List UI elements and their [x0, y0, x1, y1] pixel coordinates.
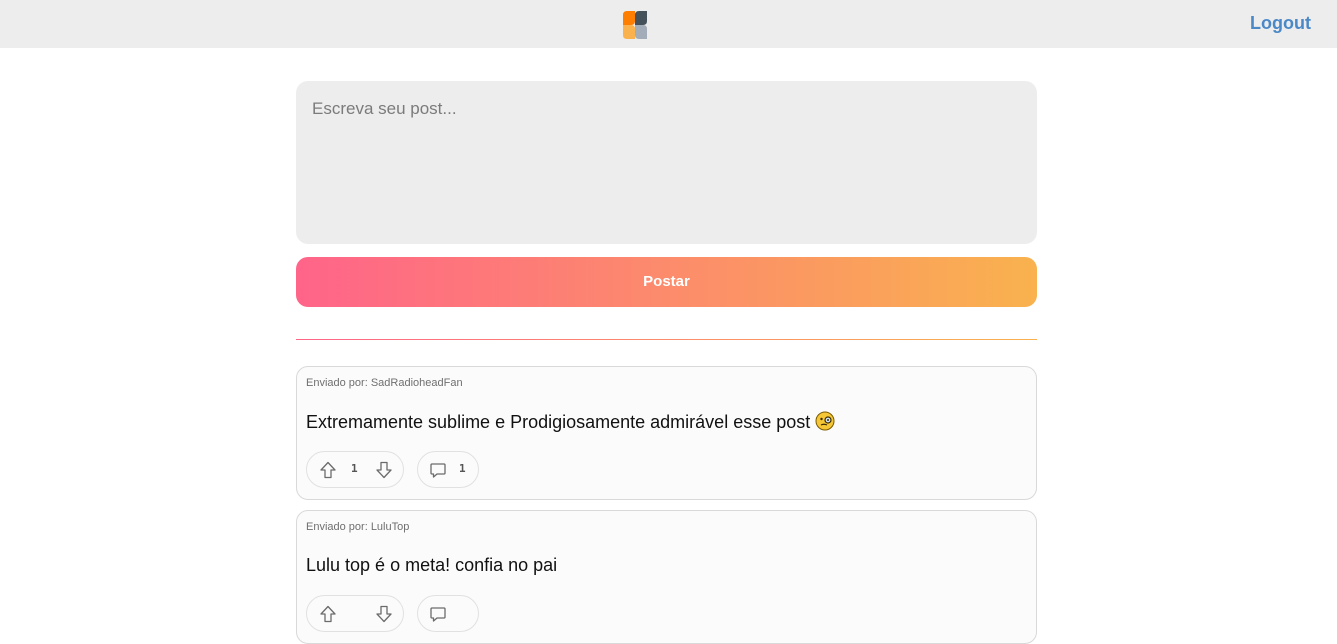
face-with-monocle-icon	[815, 411, 835, 431]
post-content: Extremamente sublime e Prodigiosamente a…	[306, 411, 835, 433]
downvote-arrow-icon[interactable]	[375, 461, 393, 479]
upvote-arrow-icon[interactable]	[319, 461, 337, 479]
post-card: Enviado por: LuluTop Lulu top é o meta! …	[296, 510, 1037, 644]
comments-button[interactable]: 1	[417, 451, 479, 488]
labeddit-logo-icon[interactable]	[621, 9, 649, 39]
post-input[interactable]	[296, 81, 1037, 244]
vote-controls	[306, 595, 404, 632]
comment-bubble-icon[interactable]	[429, 605, 447, 623]
downvote-arrow-icon[interactable]	[375, 605, 393, 623]
post-button[interactable]: Postar	[296, 257, 1037, 307]
post-text: Lulu top é o meta! confia no pai	[306, 555, 558, 575]
comment-bubble-icon[interactable]	[429, 461, 447, 479]
vote-controls: 1	[306, 451, 404, 488]
top-bar: Logout	[0, 0, 1337, 48]
post-composer	[296, 81, 1037, 244]
post-text: Extremamente sublime e Prodigiosamente a…	[306, 412, 811, 432]
upvote-arrow-icon[interactable]	[319, 605, 337, 623]
post-content: Lulu top é o meta! confia no pai	[306, 555, 557, 576]
comment-count: 1	[459, 462, 466, 475]
post-card: Enviado por: SadRadioheadFan Extremament…	[296, 366, 1037, 500]
post-author: Enviado por: LuluTop	[306, 521, 410, 533]
divider	[296, 339, 1037, 340]
post-author: Enviado por: SadRadioheadFan	[306, 377, 463, 389]
upvote-count: 1	[351, 462, 358, 475]
comments-button[interactable]	[417, 595, 479, 632]
logout-link[interactable]: Logout	[1250, 13, 1311, 34]
